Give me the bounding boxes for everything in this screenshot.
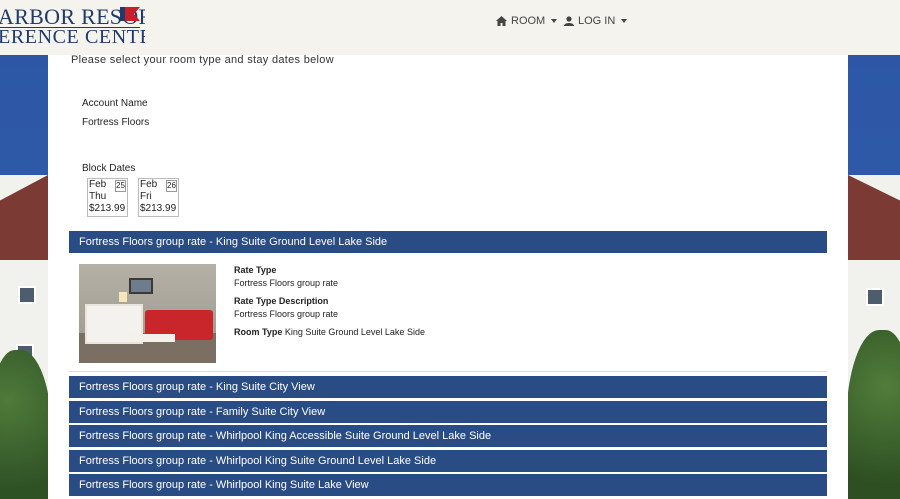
logo-line2: ERENCE CENTER [0,26,145,48]
nav-room[interactable]: ROOM [496,15,558,27]
rate-header[interactable]: Fortress Floors group rate - Whirlpool K… [69,450,827,472]
window [866,288,884,306]
rate-detail: Rate Type Fortress Floors group rate Rat… [69,254,827,372]
account-name-label: Account Name [82,98,148,109]
date-weekday: Fri [140,191,152,202]
nav-room-label: ROOM [511,15,546,27]
date-price: $213.99 [89,203,126,214]
home-icon [496,16,507,26]
reservation-panel: Please select your room type and stay da… [48,54,848,499]
date-cell[interactable]: Feb Thu $213.99 25 [87,178,128,217]
room-type-row: Room Type King Suite Ground Level Lake S… [234,327,425,337]
user-icon [564,16,574,26]
site-header: ARBOR RESORT ERENCE CENTER ROOM LOG IN [0,0,900,55]
block-dates-label: Block Dates [82,163,136,174]
rate-desc-value: Fortress Floors group rate [234,309,339,319]
room-type-label: Room Type [234,327,283,337]
date-day: 26 [166,180,177,192]
room-type-value: King Suite Ground Level Lake Side [284,327,425,337]
rate-header[interactable]: Fortress Floors group rate - Whirlpool K… [69,425,827,447]
window [18,286,36,304]
flag-icon [120,7,140,21]
resort-logo[interactable]: ARBOR RESORT ERENCE CENTER [0,4,145,48]
account-name-value: Fortress Floors [82,117,150,128]
rate-header[interactable]: Fortress Floors group rate - Family Suit… [69,401,827,423]
rate-type-label: Rate Type [234,265,277,275]
rate-header-selected[interactable]: Fortress Floors group rate - King Suite … [69,231,827,253]
rate-header[interactable]: Fortress Floors group rate - Whirlpool K… [69,474,827,496]
chevron-down-icon [621,19,628,23]
intro-text: Please select your room type and stay da… [71,54,334,66]
nav-login[interactable]: LOG IN [564,15,628,27]
chevron-down-icon [551,19,558,23]
date-price: $213.99 [140,203,177,214]
date-day: 25 [115,180,126,192]
rate-type-value: Fortress Floors group rate [234,278,339,288]
nav-login-label: LOG IN [578,15,616,27]
rate-header[interactable]: Fortress Floors group rate - King Suite … [69,376,827,398]
date-weekday: Thu [89,191,107,202]
room-photo [79,264,216,363]
date-cell[interactable]: Feb Fri $213.99 26 [138,178,179,217]
rate-desc-label: Rate Type Description [234,296,329,306]
